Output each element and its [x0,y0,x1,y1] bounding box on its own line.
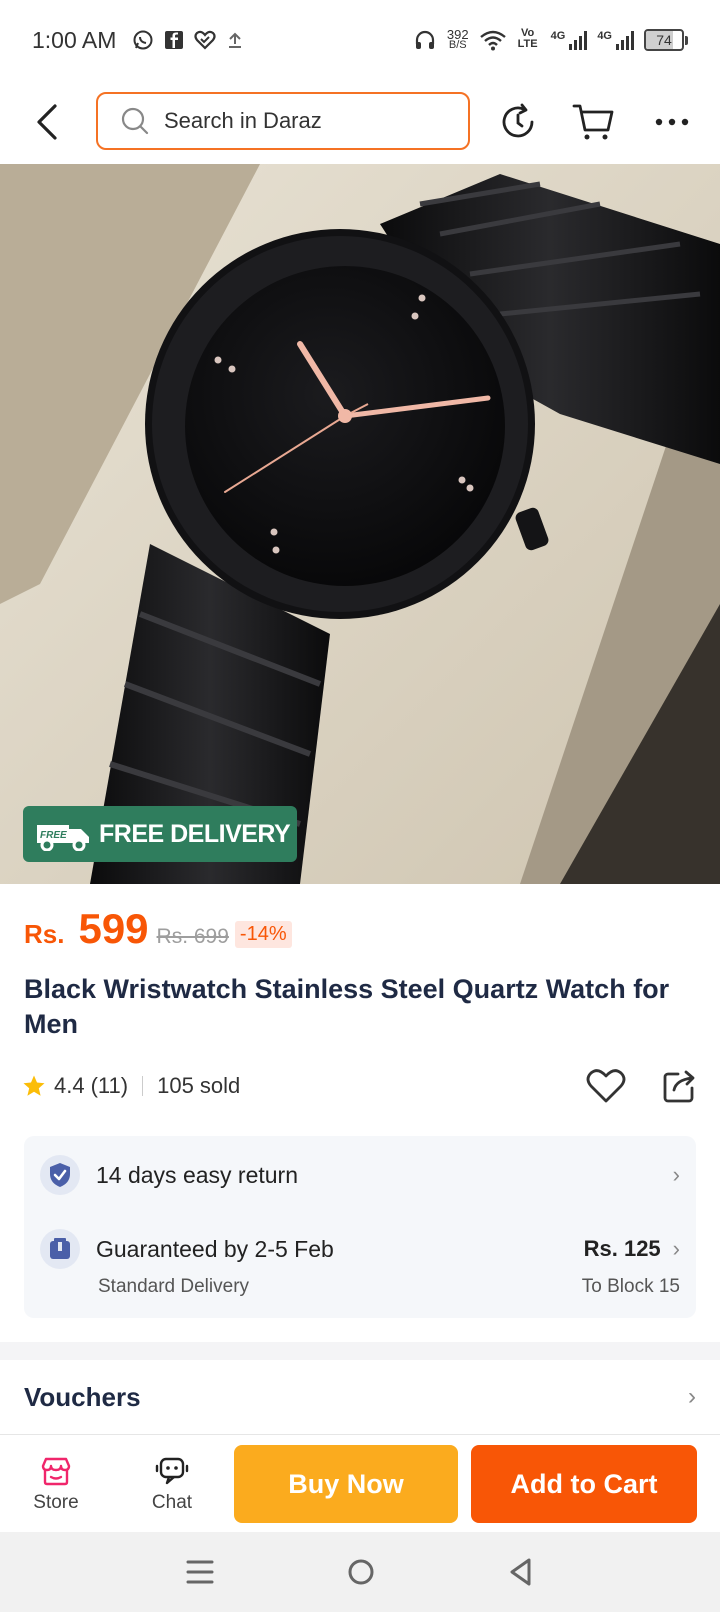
search-icon [121,107,149,135]
recents-menu-icon[interactable] [185,1558,215,1586]
delivery-guarantee-text: Guaranteed by 2-5 Feb [96,1235,334,1262]
svg-text:FREE: FREE [40,830,67,841]
home-circle-icon[interactable] [346,1557,376,1587]
product-title: Black Wristwatch Stainless Steel Quartz … [24,974,670,1039]
vouchers-row[interactable]: Vouchers › [0,1360,720,1434]
more-options-button[interactable] [642,92,702,152]
delivery-destination: To Block 15 [581,1276,680,1297]
vouchers-title: Vouchers [24,1381,141,1412]
free-delivery-label: FREE DELIVERY [99,819,291,848]
price-row: Rs. 599 Rs. 699 -14% [24,905,292,953]
more-dots-icon [655,118,689,126]
status-time: 1:00 AM [32,26,117,53]
price-currency: Rs. [24,919,65,949]
rating-row: 4.4 (11) 105 sold [22,1066,698,1106]
whatsapp-icon [133,30,153,50]
delivery-row[interactable]: Guaranteed by 2-5 Feb Rs. 125 › [40,1228,680,1270]
add-to-cart-button[interactable]: Add to Cart [471,1445,697,1523]
price-current: 599 [78,905,149,952]
cart-button[interactable] [564,92,624,152]
buy-now-button[interactable]: Buy Now [234,1445,458,1523]
history-button[interactable] [488,92,548,152]
delivery-truck-icon: FREE [37,825,89,851]
share-icon[interactable] [662,1068,698,1104]
search-placeholder: Search in Daraz [164,108,322,133]
chat-icon [155,1457,189,1485]
volte-label: Vo LTE [517,27,538,50]
back-button[interactable] [18,92,78,152]
chevron-left-icon [37,104,57,140]
upload-icon [229,32,242,48]
wishlist-heart-icon[interactable] [586,1068,626,1104]
shield-check-icon [40,1155,80,1195]
chevron-right-icon: › [672,1162,680,1187]
bottom-action-bar: Store Chat Buy Now Add to Cart [0,1434,720,1532]
sold-count: 105 sold [157,1073,241,1098]
net-speed: 392 B/S [446,27,469,51]
wifi-icon [479,30,506,51]
cart-icon [572,104,614,140]
signal-2-icon: 4G [597,30,634,50]
chat-button[interactable]: Chat [126,1445,218,1525]
price-original: Rs. 699 [156,925,229,948]
return-policy-text: 14 days easy return [96,1161,299,1188]
rating-count[interactable]: (11) [91,1073,129,1099]
product-image[interactable] [0,164,720,884]
section-divider [0,1342,720,1360]
star-icon [23,1075,45,1096]
refresh-clock-icon [502,103,534,138]
divider [142,1076,144,1096]
return-policy-row[interactable]: 14 days easy return › [40,1154,680,1196]
rating-value[interactable]: 4.4 [54,1073,85,1099]
store-icon [41,1457,71,1486]
facebook-icon [165,31,184,49]
discount-badge: -14% [234,921,292,948]
delivery-type: Standard Delivery [98,1276,250,1297]
chat-label: Chat [151,1492,193,1513]
status-bar: 1:00 AM 392 B/S Vo LTE 4G 4G 74 [0,0,720,80]
package-icon [40,1229,80,1269]
wristwatch-photo [0,164,720,884]
delivery-fee: Rs. 125 [583,1236,661,1261]
store-button[interactable]: Store [10,1445,102,1525]
search-input[interactable]: Search in Daraz [96,92,470,150]
battery-icon: 74 [644,29,688,51]
back-triangle-icon[interactable] [507,1557,535,1587]
chevron-right-icon: › [688,1383,696,1410]
headphones-icon [415,30,435,49]
system-nav-bar [0,1532,720,1612]
free-delivery-badge: FREE FREE DELIVERY [23,806,297,862]
signal-1-icon: 4G [551,30,588,50]
top-nav: Search in Daraz [0,80,720,164]
chevron-right-icon: › [672,1236,680,1261]
delivery-card: 14 days easy return › Guaranteed by 2-5 … [24,1136,696,1318]
store-label: Store [33,1492,79,1513]
heart-app-icon [194,30,216,50]
